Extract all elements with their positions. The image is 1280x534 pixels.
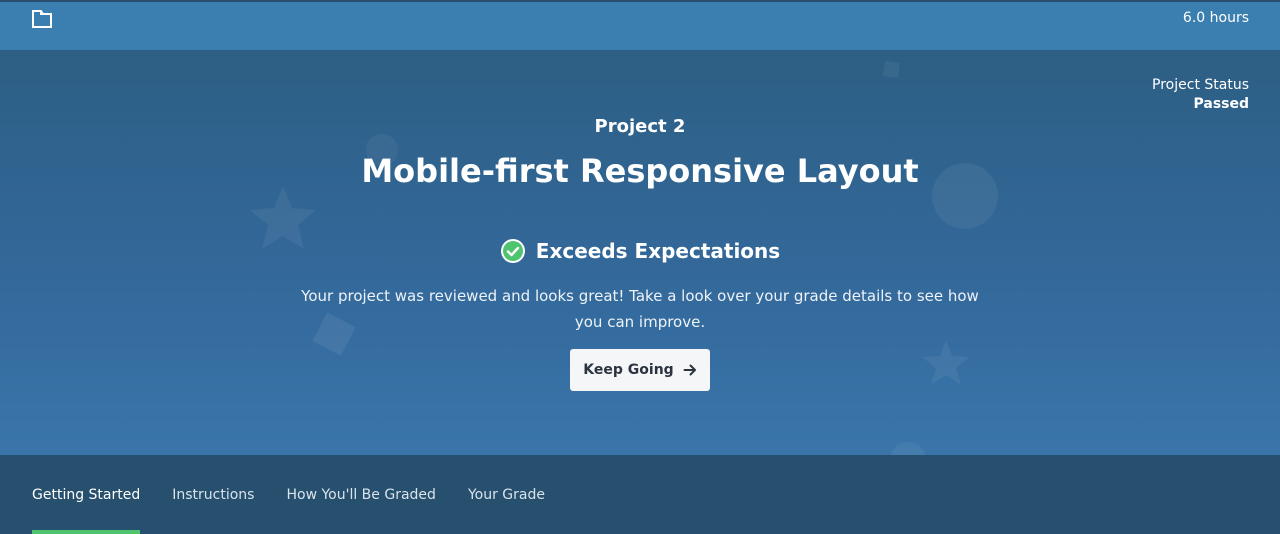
tab-getting-started[interactable]: Getting Started: [32, 455, 141, 534]
status-value: Passed: [1193, 96, 1249, 112]
keep-going-label: Keep Going: [583, 362, 674, 378]
project-status: Project Status Passed: [1152, 76, 1249, 114]
arrow-right-icon: [683, 363, 697, 377]
summary-line: you can improve.: [574, 313, 706, 331]
page-title: Mobile-first Responsive Layout: [361, 152, 919, 190]
result-row: Exceeds Expectations: [0, 238, 1280, 264]
tab-list: Getting Started Instructions How You'll …: [32, 455, 577, 534]
tab-instructions[interactable]: Instructions: [172, 455, 254, 534]
tab-label: How You'll Be Graded: [286, 487, 436, 503]
summary-line: Your project was reviewed and looks grea…: [301, 287, 979, 305]
notebook-icon[interactable]: [31, 9, 53, 29]
tab-bar: Getting Started Instructions How You'll …: [0, 455, 1280, 534]
project-hero: Project Status Passed Project 2 Mobile-f…: [0, 50, 1280, 455]
tab-label: Your Grade: [467, 487, 545, 503]
keep-going-button[interactable]: Keep Going: [570, 349, 710, 391]
check-circle-icon: [500, 238, 526, 264]
tab-label: Getting Started: [32, 487, 141, 503]
project-number: Project 2: [594, 116, 686, 137]
review-summary: Your project was reviewed and looks grea…: [0, 283, 1280, 335]
tab-your-grade[interactable]: Your Grade: [468, 455, 545, 534]
tab-how-youll-be-graded[interactable]: How You'll Be Graded: [286, 455, 435, 534]
top-bar: 6.0 hours: [0, 0, 1280, 50]
status-label: Project Status: [1152, 77, 1249, 93]
result-label: Exceeds Expectations: [535, 239, 781, 263]
tab-label: Instructions: [172, 487, 255, 503]
hours-label: 6.0 hours: [1182, 10, 1249, 26]
